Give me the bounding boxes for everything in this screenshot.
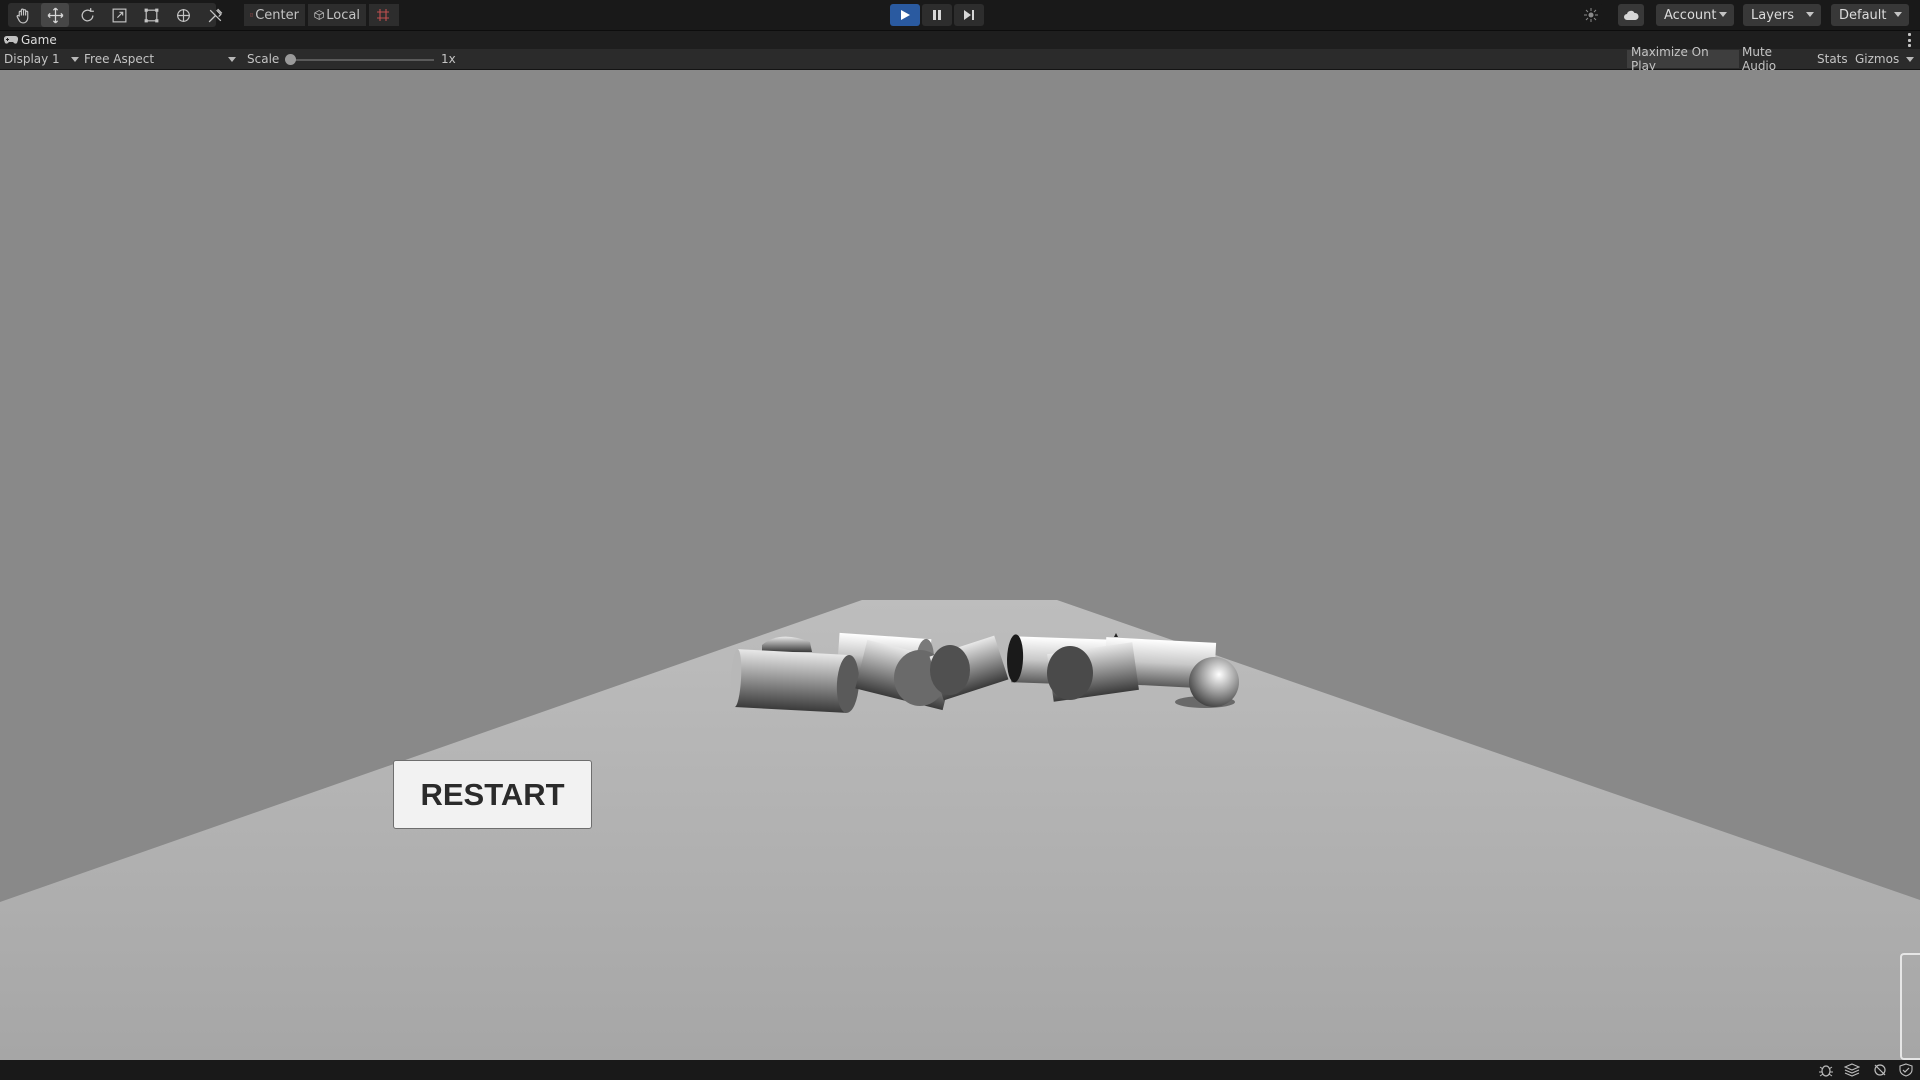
rect-transform-icon [144, 8, 158, 22]
gamepad-icon [4, 35, 18, 44]
pivot-rotation-toggle[interactable]: Local [308, 4, 366, 26]
pivot-rotation-label: Local [326, 7, 360, 23]
pivot-mode-label: Center [255, 7, 299, 23]
chevron-down-icon [1719, 12, 1727, 17]
grid-snap-icon [377, 9, 389, 21]
stats-toggle[interactable]: Stats [1813, 50, 1855, 68]
maximize-on-play-toggle[interactable]: Maximize On Play [1627, 45, 1739, 73]
hand-icon [16, 8, 28, 24]
kebab-menu-icon[interactable] [1908, 33, 1912, 47]
lighting-button[interactable] [1578, 4, 1604, 26]
move-arrows-icon [47, 7, 63, 23]
aspect-label: Free Aspect [84, 52, 155, 66]
sun-icon [1584, 8, 1598, 22]
rect-tool-button[interactable] [137, 3, 165, 27]
layout-label: Default [1839, 7, 1887, 23]
game-scene [0, 600, 1920, 1060]
hand-tool-button[interactable] [9, 3, 37, 27]
chevron-down-icon [228, 57, 236, 62]
gizmos-chevron-down-icon[interactable] [1906, 57, 1914, 62]
game-viewport[interactable]: RESTART [0, 70, 1920, 1060]
rotate-icon [81, 7, 94, 21]
chevron-down-icon [1806, 12, 1814, 17]
display-dropdown[interactable]: Display 1 [4, 49, 80, 69]
account-dropdown[interactable]: Account [1656, 4, 1734, 26]
pause-button[interactable] [922, 4, 952, 26]
gizmos-toggle[interactable]: Gizmos [1851, 50, 1905, 68]
scale-value: 1x [441, 52, 456, 66]
rotate-tool-button[interactable] [73, 3, 101, 27]
cloud-button[interactable] [1618, 4, 1644, 26]
scale-slider-handle[interactable] [285, 54, 296, 65]
pivot-center-icon [250, 13, 254, 17]
layers-dropdown[interactable]: Layers [1743, 4, 1821, 26]
debug-settings-icon[interactable] [1872, 1063, 1888, 1077]
account-label: Account [1664, 7, 1717, 23]
scale-tool-button[interactable] [105, 3, 133, 27]
move-tool-button[interactable] [41, 3, 69, 27]
shield-check-icon[interactable] [1898, 1063, 1914, 1077]
layers-label: Layers [1751, 7, 1795, 23]
transform-icon [176, 8, 190, 22]
sphere-object [1189, 657, 1239, 707]
display-label: Display 1 [4, 52, 60, 66]
grid-snap-toggle[interactable] [369, 4, 399, 26]
restart-button[interactable]: RESTART [393, 760, 592, 829]
layout-dropdown[interactable]: Default [1831, 4, 1909, 26]
custom-tool-button[interactable] [201, 3, 229, 27]
scale-slider-track[interactable] [290, 59, 434, 61]
pivot-mode-toggle[interactable]: Center [244, 4, 305, 26]
tab-game-label: Game [21, 33, 57, 47]
chevron-down-icon [1894, 12, 1902, 17]
status-bar [0, 1060, 1920, 1080]
layers-stack-icon[interactable] [1844, 1063, 1860, 1077]
tab-game[interactable]: Game [4, 31, 57, 49]
step-icon [964, 10, 974, 20]
cloud-icon [1624, 10, 1639, 20]
wrench-icon [208, 8, 222, 22]
local-cube-icon [314, 10, 324, 20]
cylinder-obstacle [730, 649, 860, 713]
step-button[interactable] [954, 4, 984, 26]
main-toolbar: Center Local Account Layers Default [0, 0, 1920, 31]
chevron-down-icon [71, 57, 79, 62]
bug-icon[interactable] [1818, 1063, 1834, 1077]
play-button[interactable] [890, 4, 920, 26]
scale-icon [112, 8, 126, 22]
play-icon [901, 10, 910, 20]
aspect-dropdown[interactable]: Free Aspect [84, 49, 236, 69]
scale-label: Scale [247, 52, 280, 66]
pause-icon [933, 10, 941, 20]
transform-tool-button[interactable] [169, 3, 197, 27]
mute-audio-toggle[interactable]: Mute Audio [1738, 45, 1812, 73]
viewport-scroll-thumb[interactable] [1900, 953, 1920, 1060]
